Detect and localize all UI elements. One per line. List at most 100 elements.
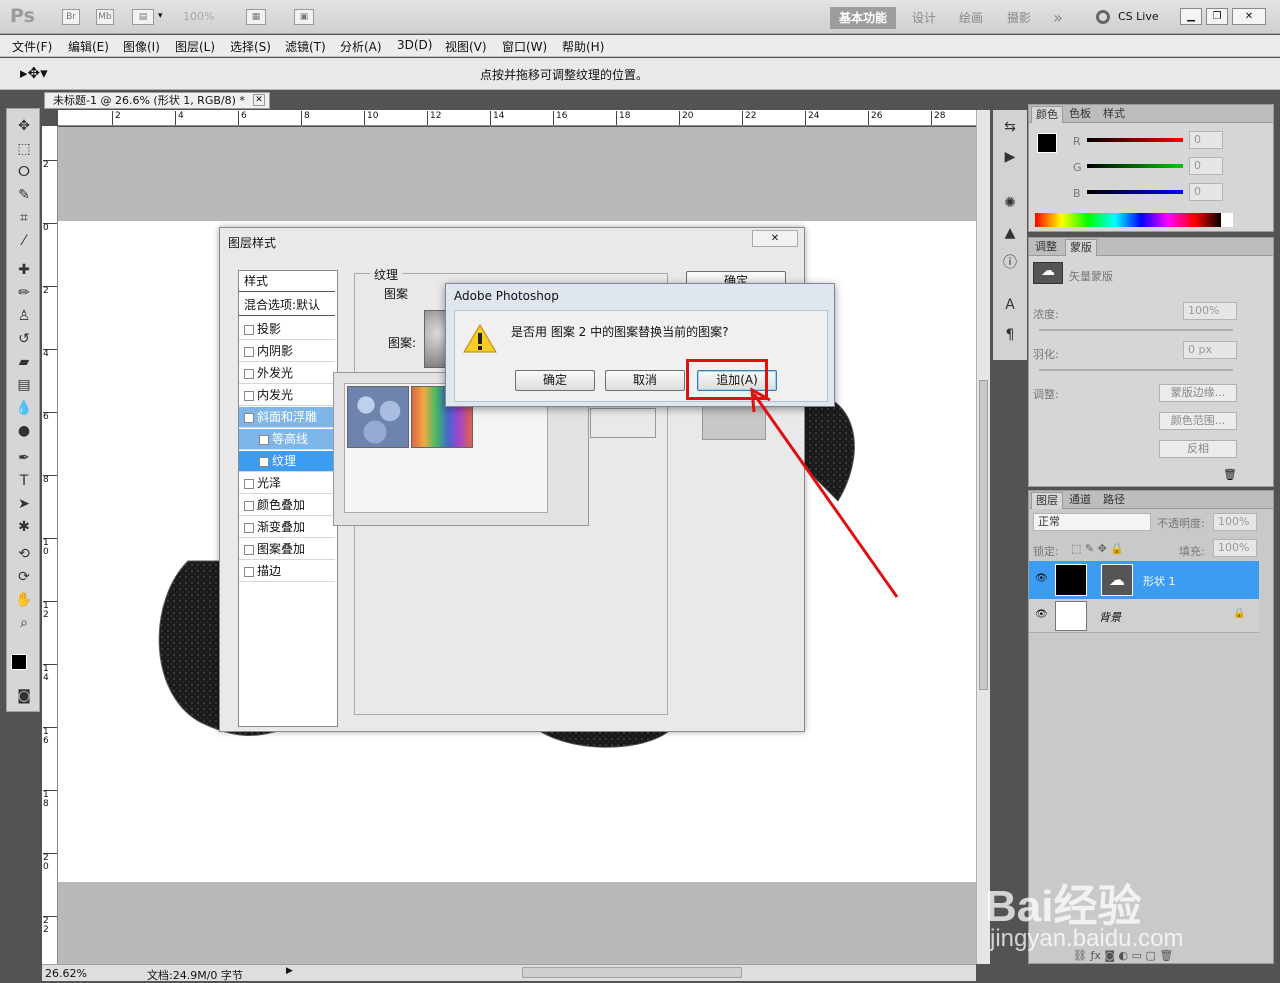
layer-name[interactable]: 形状 1 [1143, 573, 1176, 589]
paragraph-icon[interactable]: ¶ [1000, 326, 1020, 344]
eyedropper-tool-icon[interactable]: ⁄ [14, 232, 34, 250]
blur-tool-icon[interactable]: 💧 [14, 399, 34, 417]
move-tool-preset-icon[interactable]: ▸✥▾ [20, 64, 48, 82]
actions-icon[interactable]: ▶ [1000, 148, 1020, 166]
style-texture[interactable]: ✓ 纹理 [239, 451, 335, 472]
horizontal-scrollbar-thumb[interactable] [522, 967, 742, 978]
tab-channels[interactable]: 通道 [1065, 492, 1095, 509]
menu-3d[interactable]: 3D(D) [397, 38, 432, 52]
menu-layer[interactable]: 图层(L) [175, 38, 215, 55]
lasso-tool-icon[interactable]: ⵔ [14, 163, 34, 181]
style-color-overlay[interactable]: 颜色叠加 [239, 495, 335, 516]
menu-filter[interactable]: 滤镜(T) [285, 38, 326, 55]
style-contour[interactable]: 等高线 [239, 429, 335, 450]
marquee-tool-icon[interactable]: ⬚ [14, 140, 34, 158]
navigator-icon[interactable]: ✺ [1000, 194, 1020, 212]
bridge-icon[interactable]: Br [62, 9, 80, 25]
menu-window[interactable]: 窗口(W) [502, 38, 547, 55]
layer-name[interactable]: 背景 [1099, 609, 1121, 625]
style-bevel-emboss[interactable]: ✓ 斜面和浮雕 [239, 407, 335, 428]
info-icon[interactable]: ⓘ [1000, 254, 1020, 272]
color-range-button[interactable]: 颜色范围... [1159, 412, 1237, 430]
pen-tool-icon[interactable]: ✒ [14, 449, 34, 467]
crop-tool-icon[interactable]: ⌗ [14, 209, 34, 227]
menu-file[interactable]: 文件(F) [12, 38, 52, 55]
3d-rotate-icon[interactable]: ⟲ [14, 545, 34, 563]
document-tab[interactable]: 未标题-1 @ 26.6% (形状 1, RGB/8) * ✕ [44, 92, 270, 109]
arrange-documents-icon[interactable]: ▦ [246, 9, 266, 25]
blend-options-item[interactable]: 混合选项:默认 [239, 295, 335, 316]
tab-adjustments[interactable]: 调整 [1031, 239, 1061, 256]
density-value[interactable]: 100% [1183, 302, 1237, 320]
bubbles-pattern-swatch[interactable] [347, 386, 409, 448]
style-outer-glow[interactable]: 外发光 [239, 363, 335, 384]
mini-bridge-icon[interactable]: Mb [96, 9, 114, 25]
style-inner-glow[interactable]: 内发光 [239, 385, 335, 406]
3d-orbit-icon[interactable]: ⟳ [14, 568, 34, 586]
foreground-color-swatch[interactable] [11, 654, 27, 670]
zoom-tool-icon[interactable]: ⌕ [14, 614, 34, 632]
blend-mode-select[interactable]: 正常 [1033, 513, 1151, 531]
layer-row-background[interactable]: 👁 背景 🔒 [1029, 599, 1259, 633]
hand-tool-icon[interactable]: ✋ [14, 591, 34, 609]
menu-analysis[interactable]: 分析(A) [340, 38, 382, 55]
tab-color[interactable]: 颜色 [1031, 106, 1063, 123]
trash-icon[interactable]: 🗑 [1223, 468, 1237, 481]
quick-mask-icon[interactable]: ◙ [14, 687, 34, 705]
healing-brush-icon[interactable]: ✚ [14, 261, 34, 279]
fill-value[interactable]: 100% [1213, 539, 1257, 557]
menu-image[interactable]: 图像(I) [123, 38, 160, 55]
eye-icon[interactable]: 👁 [1035, 609, 1048, 620]
style-satin[interactable]: 光泽 [239, 473, 335, 494]
style-gradient-overlay[interactable]: 渐变叠加 [239, 517, 335, 538]
slider-r[interactable] [1087, 138, 1183, 142]
slider-g[interactable] [1087, 164, 1183, 168]
channel-g-value[interactable]: 0 [1189, 157, 1223, 175]
tab-paths[interactable]: 路径 [1099, 492, 1129, 509]
character-icon[interactable]: A [1000, 296, 1020, 314]
move-tool-icon[interactable]: ✥ [14, 117, 34, 135]
feather-value[interactable]: 0 px [1183, 341, 1237, 359]
workspace-painting[interactable]: 绘画 [952, 7, 990, 29]
zoom-readout[interactable]: 26.62% [45, 967, 87, 980]
tab-swatches[interactable]: 色板 [1065, 106, 1095, 123]
chevron-down-icon[interactable]: ▾ [158, 11, 163, 21]
more-workspaces-icon[interactable]: » [1046, 7, 1070, 29]
style-drop-shadow[interactable]: 投影 [239, 319, 335, 340]
dodge-tool-icon[interactable]: ● [14, 422, 34, 440]
alert-ok-button[interactable]: 确定 [515, 370, 595, 391]
close-icon[interactable]: ✕ [253, 94, 265, 106]
tab-styles[interactable]: 样式 [1099, 106, 1129, 123]
lock-icons[interactable]: ⬚ ✎ ✥ 🔒 [1071, 542, 1124, 555]
menu-select[interactable]: 选择(S) [230, 38, 271, 55]
cs-live-label[interactable]: CS Live [1118, 10, 1159, 23]
quick-select-tool-icon[interactable]: ✎ [14, 186, 34, 204]
channel-r-value[interactable]: 0 [1189, 131, 1223, 149]
view-extras-icon[interactable]: ▤ [132, 9, 154, 25]
custom-shape-icon[interactable]: ✱ [14, 518, 34, 536]
menu-help[interactable]: 帮助(H) [562, 38, 604, 55]
scrollbar-thumb[interactable] [979, 380, 988, 690]
history-brush-icon[interactable]: ↺ [14, 330, 34, 348]
vertical-scrollbar[interactable] [976, 110, 990, 964]
status-menu-arrow-icon[interactable]: ▶ [286, 966, 298, 979]
histogram-icon[interactable]: ▲ [1000, 224, 1020, 242]
workspace-photography[interactable]: 摄影 [1000, 7, 1038, 29]
workspace-basic[interactable]: 基本功能 [830, 7, 896, 29]
channel-b-value[interactable]: 0 [1189, 183, 1223, 201]
history-icon[interactable]: ⇆ [1000, 118, 1020, 136]
clone-stamp-icon[interactable]: ♙ [14, 307, 34, 325]
style-pattern-overlay[interactable]: 图案叠加 [239, 539, 335, 560]
layer-row-shape1[interactable]: 👁 ☁ 形状 1 [1029, 561, 1259, 599]
style-inner-shadow[interactable]: 内阴影 [239, 341, 335, 362]
type-tool-icon[interactable]: T [14, 472, 34, 490]
menu-view[interactable]: 视图(V) [445, 38, 487, 55]
workspace-design[interactable]: 设计 [905, 7, 943, 29]
zoom-level-combo[interactable]: 100% [183, 10, 214, 23]
menu-edit[interactable]: 编辑(E) [68, 38, 109, 55]
eraser-tool-icon[interactable]: ▰ [14, 353, 34, 371]
brush-tool-icon[interactable]: ✏ [14, 284, 34, 302]
close-icon[interactable]: ✕ [752, 230, 798, 247]
eye-icon[interactable]: 👁 [1035, 573, 1048, 584]
feather-slider[interactable] [1039, 369, 1233, 371]
